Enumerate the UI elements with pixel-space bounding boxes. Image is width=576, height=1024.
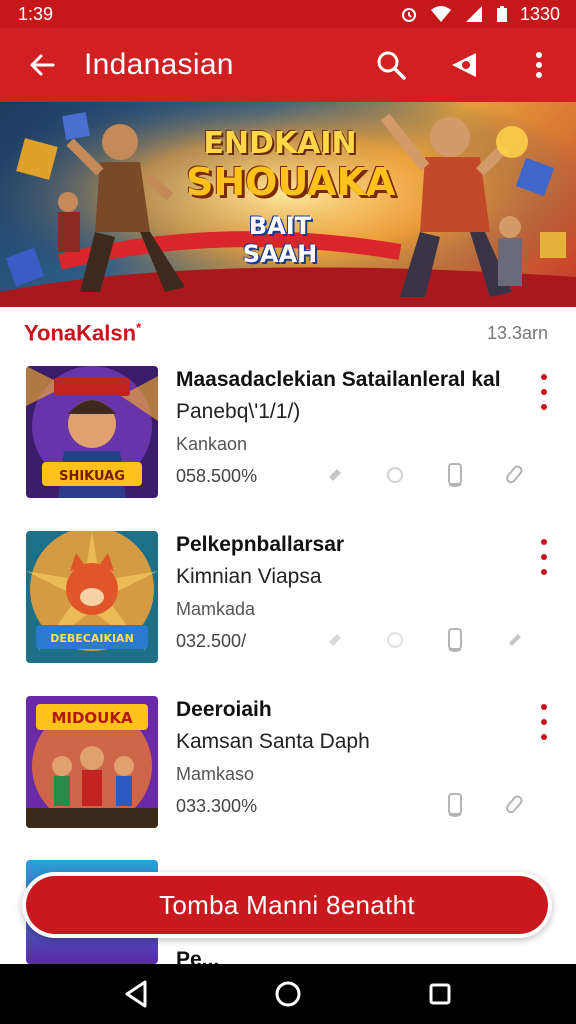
system-nav-bar xyxy=(0,964,576,1024)
phone-icon[interactable] xyxy=(440,790,470,820)
phone-icon[interactable] xyxy=(440,625,470,655)
attach-icon[interactable] xyxy=(500,790,530,820)
signal-icon xyxy=(464,5,484,23)
nav-back-button[interactable] xyxy=(106,964,166,1024)
triangle-back-icon xyxy=(125,980,147,1008)
item-category: Mamkada xyxy=(176,599,256,619)
back-button[interactable] xyxy=(0,28,84,102)
tag-icon[interactable] xyxy=(320,460,350,490)
list-item[interactable]: SHIKUAG Maasadaclekian Satailanleral kal… xyxy=(0,366,576,518)
refresh-icon[interactable] xyxy=(380,625,410,655)
status-icons: 1330 xyxy=(400,4,560,25)
cta-container: Tomba Manni 8enatht xyxy=(22,872,552,938)
item-actions xyxy=(320,625,530,655)
item-thumbnail: DEBECAIKIAN xyxy=(26,531,158,663)
item-name: Maasadaclekian Satailanleral kal xyxy=(176,368,501,391)
thumb-title: SHIKUAG xyxy=(59,469,125,484)
item-subtitle: Kimnian Viapsa xyxy=(176,565,322,588)
circle-home-icon xyxy=(275,981,301,1007)
page-title: Indanasian xyxy=(84,48,234,81)
item-more-button[interactable] xyxy=(532,374,556,410)
more-options-button[interactable] xyxy=(502,28,576,102)
share-button[interactable] xyxy=(428,28,502,102)
tag-icon[interactable] xyxy=(500,625,530,655)
status-time: 1:39 xyxy=(18,3,54,24)
wifi-icon xyxy=(430,5,452,23)
featured-banner[interactable]: ENDKAIN SHOUAKA BAIT SAAH xyxy=(0,102,576,307)
search-icon xyxy=(377,51,406,80)
refresh-icon[interactable] xyxy=(380,460,410,490)
section-marker: * xyxy=(136,319,142,335)
item-actions xyxy=(320,460,530,490)
item-thumbnail: SHIKUAG xyxy=(26,366,158,498)
item-thumbnail: MIDOUKA xyxy=(26,696,158,828)
banner-title-line1: ENDKAIN xyxy=(203,126,357,161)
section-title: YonaKalsn* xyxy=(24,319,142,346)
thumb-title: DEBECAIKIAN xyxy=(50,632,134,645)
item-more-button[interactable] xyxy=(532,704,556,740)
nav-home-button[interactable] xyxy=(258,964,318,1024)
item-subtitle: Panebq\'1/1/) xyxy=(176,400,301,423)
search-button[interactable] xyxy=(354,28,428,102)
status-bar: 1:39 1330 xyxy=(0,0,576,28)
alarm-icon xyxy=(400,5,418,23)
phone-icon[interactable] xyxy=(440,460,470,490)
item-more-button[interactable] xyxy=(532,539,556,575)
tag-icon[interactable] xyxy=(320,625,350,655)
item-subtitle: Kamsan Santa Daph xyxy=(176,730,370,753)
more-vert-icon xyxy=(536,52,542,78)
list-item[interactable]: DEBECAIKIAN Pelkepnballarsar Kimnian Via… xyxy=(0,531,576,683)
arrow-left-icon xyxy=(30,54,55,76)
item-actions xyxy=(320,790,530,820)
list-item[interactable]: MIDOUKA Deeroiaih Kamsan Santa Daph Mamk… xyxy=(0,696,576,848)
app-bar-actions xyxy=(354,28,576,102)
item-category: Mamkaso xyxy=(176,764,255,784)
primary-cta-button[interactable]: Tomba Manni 8enatht xyxy=(26,876,548,934)
share-icon xyxy=(452,53,476,77)
thumb-title: MIDOUKA xyxy=(51,709,133,727)
section-header: YonaKalsn* 13.3arn xyxy=(0,307,576,359)
item-name: Pelkepnballarsar xyxy=(176,533,345,556)
status-clock-right: 1330 xyxy=(519,3,560,24)
item-name: Deeroiaih xyxy=(176,698,272,721)
attach-icon[interactable] xyxy=(500,460,530,490)
section-timestamp: 13.3arn xyxy=(486,322,548,343)
battery-icon xyxy=(496,5,508,23)
square-recents-icon xyxy=(429,983,451,1005)
banner-title-line3: BAIT SAAH xyxy=(242,212,318,268)
app-bar: Indanasian xyxy=(0,28,576,102)
banner-title-line2: SHOUAKA xyxy=(186,160,396,204)
item-category: Kankaon xyxy=(176,434,248,454)
nav-recents-button[interactable] xyxy=(410,964,470,1024)
